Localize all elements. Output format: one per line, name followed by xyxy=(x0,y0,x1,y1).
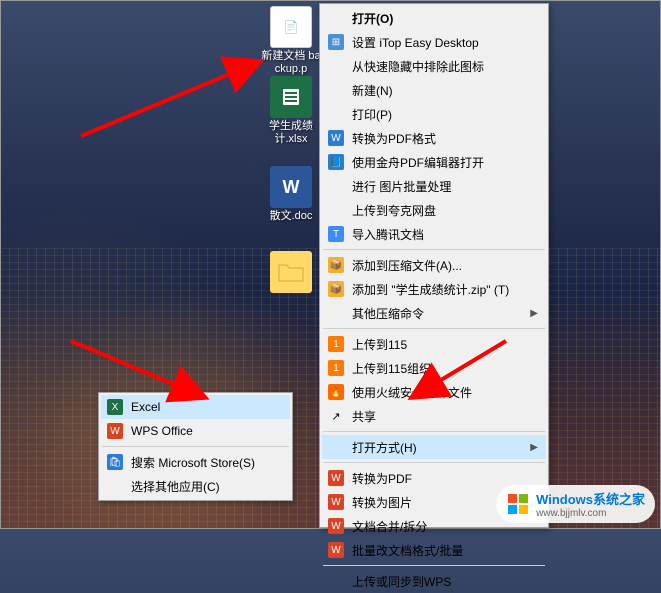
wps-icon: W xyxy=(327,541,345,559)
menu-open-with[interactable]: 打开方式(H) ▶ xyxy=(322,435,546,459)
menu-batch-rename[interactable]: W 批量改文档格式/批量 xyxy=(322,538,546,562)
wps-office-icon: W xyxy=(106,422,124,440)
menu-label: 打印(P) xyxy=(352,106,392,123)
menu-label: 从快速隐藏中排除此图标 xyxy=(352,58,484,75)
menu-batch-image[interactable]: 进行 图片批量处理 xyxy=(322,174,546,198)
menu-upload-115-org[interactable]: 1 上传到115组织 xyxy=(322,356,546,380)
menu-label: 使用金舟PDF编辑器打开 xyxy=(352,154,484,171)
115-icon: 1 xyxy=(327,335,345,353)
desktop-file-icon[interactable]: 📄 新建文档 backup.p xyxy=(261,6,321,76)
desktop-file-icon-xlsx[interactable]: 学生成绩 计.xlsx xyxy=(261,76,321,146)
watermark-text: Windows系统之家 xyxy=(536,489,645,508)
menu-import-tencent[interactable]: T 导入腾讯文档 xyxy=(322,222,546,246)
word-file-icon: W xyxy=(270,166,312,208)
excel-icon: X xyxy=(106,398,124,416)
context-menu: 打开(O) ⊞ 设置 iTop Easy Desktop 从快速隐藏中排除此图标… xyxy=(319,3,549,528)
pdf-icon: W xyxy=(327,129,345,147)
menu-label: 批量改文档格式/批量 xyxy=(352,542,463,559)
menu-label: 设置 iTop Easy Desktop xyxy=(352,34,479,51)
submenu-excel[interactable]: X Excel xyxy=(101,395,290,419)
menu-add-archive[interactable]: 📦 添加到压缩文件(A)... xyxy=(322,253,546,277)
menu-upload-kuake[interactable]: 上传到夸克网盘 xyxy=(322,198,546,222)
wps-icon: W xyxy=(327,469,345,487)
menu-jinzhou[interactable]: 📘 使用金舟PDF编辑器打开 xyxy=(322,150,546,174)
menu-label: 导入腾讯文档 xyxy=(352,226,424,243)
menu-label: 添加到 "学生成绩统计.zip" (T) xyxy=(352,281,509,298)
menu-label: 转换为图片 xyxy=(352,494,412,511)
menu-itop[interactable]: ⊞ 设置 iTop Easy Desktop xyxy=(322,30,546,54)
file-label: 新建文档 backup.p xyxy=(261,50,321,76)
menu-separator xyxy=(323,462,545,463)
menu-exclude[interactable]: 从快速隐藏中排除此图标 xyxy=(322,54,546,78)
menu-separator xyxy=(323,565,545,566)
menu-separator xyxy=(323,249,545,250)
menu-label: 共享 xyxy=(352,408,376,425)
tencent-icon: T xyxy=(327,225,345,243)
menu-separator xyxy=(323,328,545,329)
menu-label: 新建(N) xyxy=(352,82,393,99)
desktop-folder-icon[interactable] xyxy=(261,251,321,295)
windows-logo-icon xyxy=(506,492,530,516)
submenu-arrow-icon: ▶ xyxy=(530,308,538,319)
submenu-choose-other[interactable]: 选择其他应用(C) xyxy=(101,474,290,498)
folder-icon xyxy=(270,251,312,293)
menu-label: 使用火绒安全粉碎文件 xyxy=(352,384,472,401)
menu-upload-wps[interactable]: 上传或同步到WPS xyxy=(322,569,546,593)
submenu-arrow-icon: ▶ xyxy=(530,442,538,453)
menu-label: 打开(O) xyxy=(352,10,393,27)
menu-other-compress[interactable]: 其他压缩命令 ▶ xyxy=(322,301,546,325)
menu-label: 选择其他应用(C) xyxy=(131,478,220,495)
menu-new[interactable]: 新建(N) xyxy=(322,78,546,102)
archive-icon: 📦 xyxy=(327,256,345,274)
menu-label: Excel xyxy=(131,400,160,414)
file-label: 学生成绩 计.xlsx xyxy=(261,120,321,146)
menu-label: 上传到115 xyxy=(352,336,407,353)
115-org-icon: 1 xyxy=(327,359,345,377)
menu-convert-pdf[interactable]: W 转换为PDF格式 xyxy=(322,126,546,150)
document-icon: 📄 xyxy=(270,6,312,48)
menu-label: 搜索 Microsoft Store(S) xyxy=(131,454,255,471)
menu-upload-115[interactable]: 1 上传到115 xyxy=(322,332,546,356)
file-label: 散文.doc xyxy=(261,210,321,223)
itop-icon: ⊞ xyxy=(327,33,345,51)
watermark-url: www.bjjmlv.com xyxy=(536,508,645,519)
store-icon: 🛍 xyxy=(106,453,124,471)
menu-separator xyxy=(102,446,289,447)
menu-add-zip[interactable]: 📦 添加到 "学生成绩统计.zip" (T) xyxy=(322,277,546,301)
submenu-wps[interactable]: W WPS Office xyxy=(101,419,290,443)
menu-label: 上传到夸克网盘 xyxy=(352,202,436,219)
menu-label: 添加到压缩文件(A)... xyxy=(352,257,462,274)
menu-label: WPS Office xyxy=(131,424,193,438)
jinzhou-icon: 📘 xyxy=(327,153,345,171)
menu-print[interactable]: 打印(P) xyxy=(322,102,546,126)
watermark: Windows系统之家 www.bjjmlv.com xyxy=(496,485,655,523)
wps-icon: W xyxy=(327,517,345,535)
menu-label: 进行 图片批量处理 xyxy=(352,178,451,195)
menu-label: 转换为PDF格式 xyxy=(352,130,436,147)
submenu-search-store[interactable]: 🛍 搜索 Microsoft Store(S) xyxy=(101,450,290,474)
share-icon: ↗ xyxy=(327,407,345,425)
menu-label: 转换为PDF xyxy=(352,470,412,487)
menu-label: 上传或同步到WPS xyxy=(352,573,451,590)
open-with-submenu: X Excel W WPS Office 🛍 搜索 Microsoft Stor… xyxy=(98,392,293,501)
wps-icon: W xyxy=(327,493,345,511)
menu-separator xyxy=(323,431,545,432)
huorong-icon: 🔥 xyxy=(327,383,345,401)
menu-label: 其他压缩命令 xyxy=(352,305,424,322)
menu-open[interactable]: 打开(O) xyxy=(322,6,546,30)
menu-label: 文档合并/拆分 xyxy=(352,518,427,535)
menu-share[interactable]: ↗ 共享 xyxy=(322,404,546,428)
zip-icon: 📦 xyxy=(327,280,345,298)
menu-label: 打开方式(H) xyxy=(352,439,417,456)
excel-file-icon xyxy=(270,76,312,118)
menu-label: 上传到115组织 xyxy=(352,360,431,377)
menu-huorong-shred[interactable]: 🔥 使用火绒安全粉碎文件 xyxy=(322,380,546,404)
desktop-file-icon-doc[interactable]: W 散文.doc xyxy=(261,166,321,223)
